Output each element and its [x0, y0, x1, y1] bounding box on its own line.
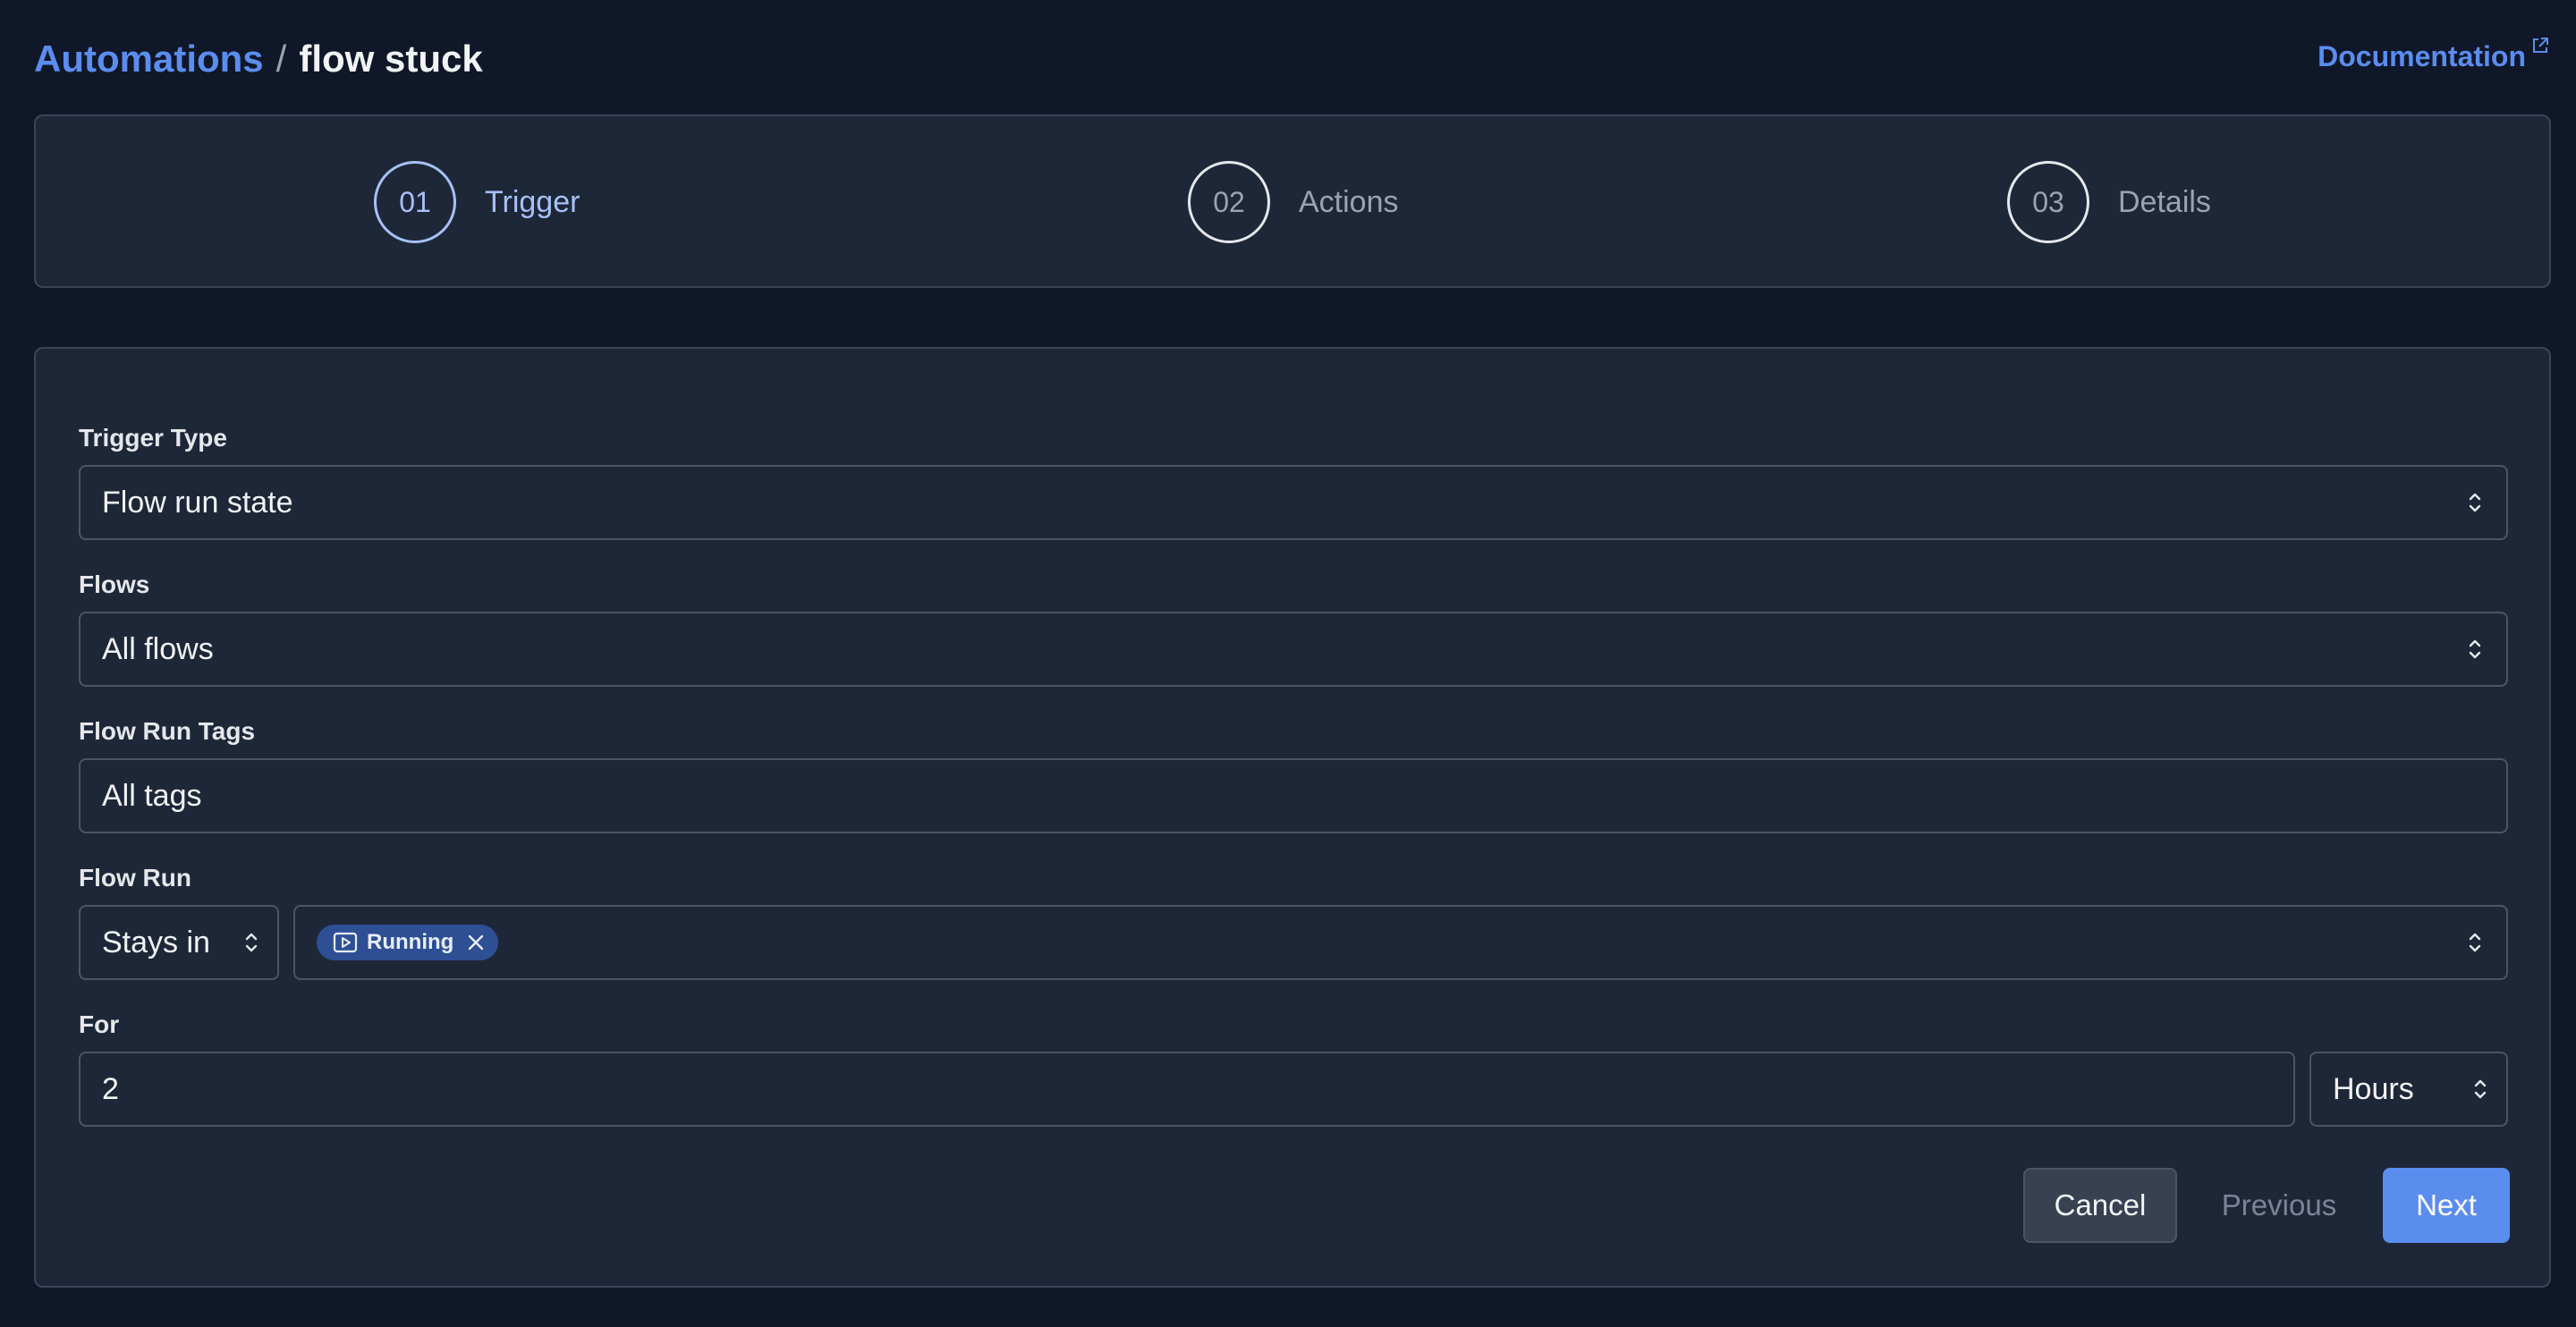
trigger-type-value: Flow run state — [102, 485, 293, 520]
flows-label: Flows — [79, 571, 150, 598]
trigger-type-label: Trigger Type — [79, 424, 227, 452]
documentation-link-label: Documentation — [2318, 39, 2526, 72]
step-trigger[interactable]: 01 Trigger — [374, 159, 580, 245]
for-duration-value: 2 — [102, 1071, 119, 1106]
chevron-up-down-icon — [245, 933, 258, 952]
automation-edit-page: Automations / flow stuck Documentation 0… — [0, 0, 2576, 1327]
state-chip-label: Running — [367, 930, 454, 954]
external-link-icon — [2533, 37, 2548, 53]
step-number: 02 — [1188, 161, 1270, 243]
flow-run-tags-value: All tags — [102, 778, 202, 813]
step-label: Actions — [1299, 184, 1399, 219]
next-button[interactable]: Next — [2383, 1168, 2510, 1243]
flows-value: All flows — [102, 631, 214, 666]
flow-run-posture-value: Stays in — [102, 925, 210, 959]
wizard-stepper: 01 Trigger 02 Actions 03 Details — [34, 114, 2551, 288]
step-label: Details — [2118, 184, 2211, 219]
chevron-up-down-icon — [2469, 493, 2481, 512]
breadcrumb-automations-link[interactable]: Automations — [34, 38, 264, 80]
step-number: 03 — [2007, 161, 2089, 243]
for-unit-value: Hours — [2333, 1071, 2414, 1106]
documentation-link[interactable]: Documentation — [2318, 37, 2549, 73]
step-label: Trigger — [485, 184, 580, 219]
for-duration-input[interactable]: 2 — [79, 1052, 2295, 1127]
play-icon — [333, 932, 358, 953]
step-actions[interactable]: 02 Actions — [1188, 159, 1399, 245]
flow-run-states-select[interactable]: Running — [293, 905, 2508, 980]
flow-run-tags-input[interactable]: All tags — [79, 758, 2508, 833]
step-number: 01 — [374, 161, 456, 243]
for-label: For — [79, 1010, 120, 1038]
chevron-up-down-icon — [2469, 933, 2481, 952]
chevron-up-down-icon — [2469, 639, 2481, 659]
flows-select[interactable]: All flows — [79, 612, 2508, 687]
breadcrumb: Automations / flow stuck — [34, 38, 483, 80]
page-header: Automations / flow stuck Documentation — [34, 32, 2549, 86]
trigger-type-select[interactable]: Flow run state — [79, 465, 2508, 540]
chevron-up-down-icon — [2474, 1079, 2487, 1099]
close-icon[interactable] — [466, 933, 486, 952]
state-chip-running: Running — [317, 925, 499, 960]
breadcrumb-separator: / — [275, 38, 287, 80]
previous-button[interactable]: Previous — [2206, 1168, 2352, 1243]
trigger-form-card: Trigger Type Flow run state Flows All fl… — [34, 347, 2551, 1288]
flow-run-label: Flow Run — [79, 864, 191, 892]
step-details[interactable]: 03 Details — [2007, 159, 2211, 245]
page-title: flow stuck — [299, 38, 483, 80]
cancel-button[interactable]: Cancel — [2023, 1168, 2177, 1243]
flow-run-posture-select[interactable]: Stays in — [79, 905, 279, 980]
flow-run-tags-label: Flow Run Tags — [79, 717, 256, 745]
for-unit-select[interactable]: Hours — [2309, 1052, 2508, 1127]
